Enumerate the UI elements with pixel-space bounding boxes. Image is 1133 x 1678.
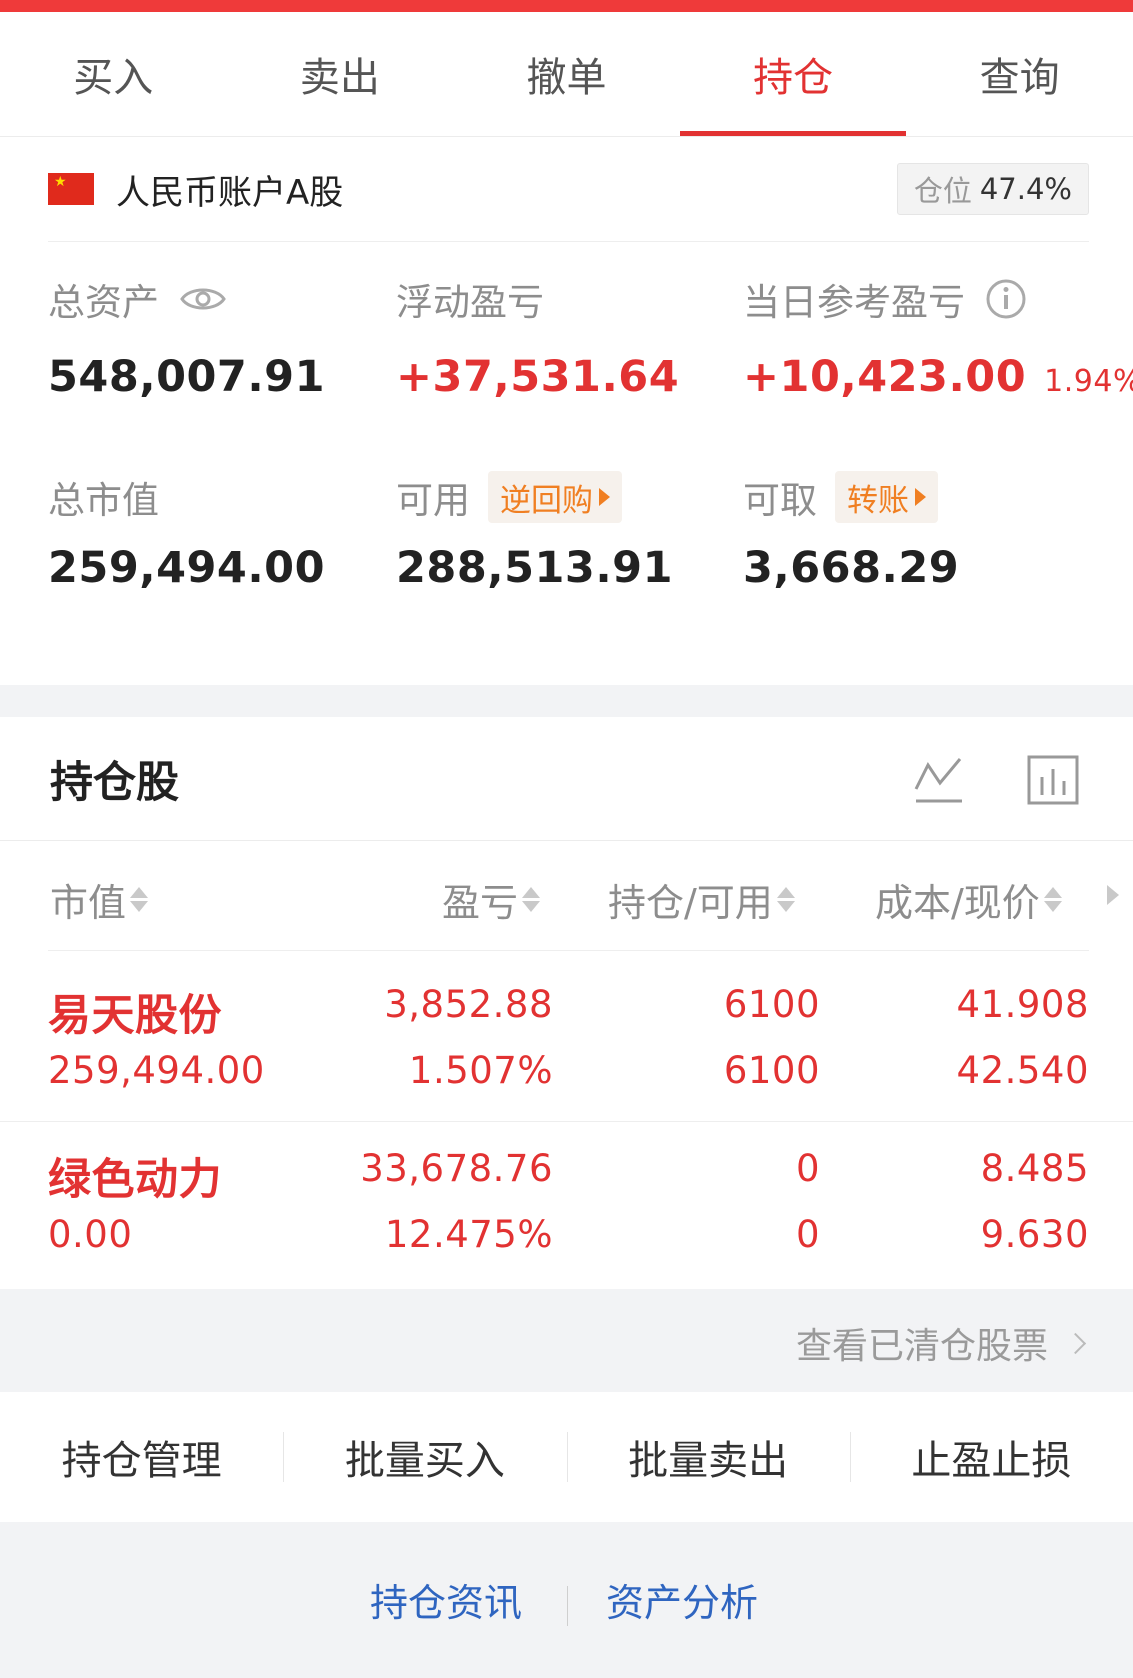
eye-icon[interactable]: [179, 282, 227, 316]
sort-icon: [776, 887, 795, 912]
view-cleared-stocks-link[interactable]: 查看已清仓股票: [795, 1317, 1087, 1369]
cleared-stocks-bar: 查看已清仓股票: [0, 1289, 1133, 1392]
batch-buy-button[interactable]: 批量买入: [283, 1392, 566, 1522]
stock-pl: 3,852.88: [384, 983, 553, 1026]
account-header: 人民币账户A股 仓位 47.4%: [48, 137, 1089, 242]
holdings-title: 持仓股: [50, 757, 179, 808]
metric-withdrawable: 可取 转账 3,668.29: [743, 469, 959, 593]
column-market-value-label: 市值: [50, 881, 127, 925]
info-icon[interactable]: [985, 278, 1027, 320]
chevron-right-icon: [1064, 1332, 1087, 1354]
position-label: 仓位: [913, 174, 972, 208]
market-value-value: 259,494.00: [48, 543, 326, 593]
stock-quantity: 0: [795, 1147, 820, 1190]
play-arrow-icon: [915, 488, 926, 506]
table-row[interactable]: 易天股份 259,494.00 3,852.88 1.507% 6100 610…: [0, 951, 1133, 1115]
holdings-column-header: 市值 盈亏 持仓/可用 成本/现价: [0, 842, 1133, 957]
trade-tabs: 买入 卖出 撤单 持仓 查询: [0, 12, 1133, 137]
total-assets-label: 总资产: [48, 281, 159, 324]
withdrawable-label: 可取: [743, 479, 817, 522]
stock-pl-pct: 1.507%: [408, 1049, 553, 1092]
stock-available: 6100: [723, 1049, 820, 1092]
holdings-news-link[interactable]: 持仓资讯: [370, 1572, 522, 1627]
table-row[interactable]: 绿色动力 0.00 33,678.76 12.475% 0 0 8.485 9.…: [0, 1121, 1133, 1285]
position-badge: 仓位 47.4%: [896, 163, 1089, 215]
metric-floating-pl: 浮动盈亏 +37,531.64: [396, 272, 679, 402]
metric-market-value: 总市值 259,494.00: [48, 469, 325, 593]
bar-chart-icon[interactable]: [1027, 755, 1079, 809]
tab-holdings[interactable]: 持仓: [679, 12, 907, 136]
scroll-right-arrow-icon[interactable]: [1107, 885, 1119, 905]
column-profit-loss[interactable]: 盈亏: [442, 872, 541, 927]
metric-total-assets: 总资产 548,007.91: [48, 272, 325, 402]
tab-cancel[interactable]: 撤单: [453, 12, 680, 136]
position-management-button[interactable]: 持仓管理: [0, 1392, 283, 1522]
column-quantity-label: 持仓/可用: [608, 881, 773, 925]
stock-name: 易天股份: [48, 991, 222, 1041]
stock-cost: 8.485: [980, 1147, 1089, 1190]
daily-pl-value: +10,423.00: [743, 352, 1027, 402]
sort-icon: [522, 887, 541, 912]
available-label: 可用: [396, 479, 470, 522]
floating-pl-value: +37,531.64: [396, 352, 680, 402]
top-accent-bar: [0, 0, 1133, 12]
holdings-actions: 持仓管理 批量买入 批量卖出 止盈止损: [0, 1392, 1133, 1522]
column-quantity[interactable]: 持仓/可用: [608, 872, 795, 927]
stock-price: 9.630: [980, 1213, 1089, 1256]
tab-query[interactable]: 查询: [906, 12, 1133, 136]
view-cleared-stocks-label: 查看已清仓股票: [795, 1326, 1048, 1367]
line-chart-icon[interactable]: [913, 755, 965, 809]
stock-pl: 33,678.76: [360, 1147, 553, 1190]
play-arrow-icon: [599, 488, 610, 506]
stock-pl-pct: 12.475%: [384, 1213, 553, 1256]
market-value-label: 总市值: [48, 479, 159, 522]
withdrawable-value: 3,668.29: [743, 543, 960, 593]
position-value: 47.4%: [979, 172, 1072, 206]
stock-available: 0: [795, 1213, 820, 1256]
holdings-header: 持仓股: [0, 717, 1133, 841]
batch-sell-button[interactable]: 批量卖出: [566, 1392, 850, 1522]
metric-daily-pl: 当日参考盈亏 +10,423.00 1.94%: [743, 272, 1133, 402]
sort-icon: [1043, 887, 1062, 912]
floating-pl-label: 浮动盈亏: [396, 281, 544, 324]
reverse-repo-label: 逆回购: [500, 482, 593, 519]
column-profit-loss-label: 盈亏: [442, 881, 519, 925]
daily-pl-label: 当日参考盈亏: [743, 281, 965, 324]
total-assets-value: 548,007.91: [48, 352, 326, 402]
column-cost-price-label: 成本/现价: [875, 881, 1040, 925]
bottom-links: 持仓资讯 资产分析: [0, 1522, 1133, 1678]
reverse-repo-button[interactable]: 逆回购: [488, 471, 622, 523]
stock-market-value: 0.00: [48, 1213, 133, 1256]
stock-quantity: 6100: [723, 983, 820, 1026]
transfer-button[interactable]: 转账: [835, 471, 938, 523]
tab-buy[interactable]: 买入: [0, 12, 227, 136]
column-market-value[interactable]: 市值: [50, 872, 149, 927]
transfer-label: 转账: [847, 482, 909, 519]
account-name[interactable]: 人民币账户A股: [116, 165, 343, 214]
stock-market-value: 259,494.00: [48, 1049, 265, 1092]
holdings-section: 持仓股 市值 盈亏 持仓/可用 成本/现价 易天股份 259,494.00 3,…: [0, 717, 1133, 1289]
column-cost-price[interactable]: 成本/现价: [875, 872, 1062, 927]
metric-available: 可用 逆回购 288,513.91: [396, 469, 673, 593]
stock-name: 绿色动力: [48, 1155, 222, 1205]
sort-icon: [130, 887, 149, 912]
china-flag-icon: [48, 173, 94, 205]
stock-price: 42.540: [956, 1049, 1089, 1092]
asset-analysis-link[interactable]: 资产分析: [606, 1572, 758, 1627]
stop-profit-loss-button[interactable]: 止盈止损: [849, 1392, 1133, 1522]
link-divider: [567, 1586, 568, 1626]
daily-pl-pct: 1.94%: [1044, 364, 1133, 399]
available-value: 288,513.91: [396, 543, 674, 593]
tab-sell[interactable]: 卖出: [227, 12, 454, 136]
account-summary: 人民币账户A股 仓位 47.4% 总资产 548,007.91 浮动盈亏 +37…: [0, 137, 1133, 685]
stock-cost: 41.908: [956, 983, 1089, 1026]
